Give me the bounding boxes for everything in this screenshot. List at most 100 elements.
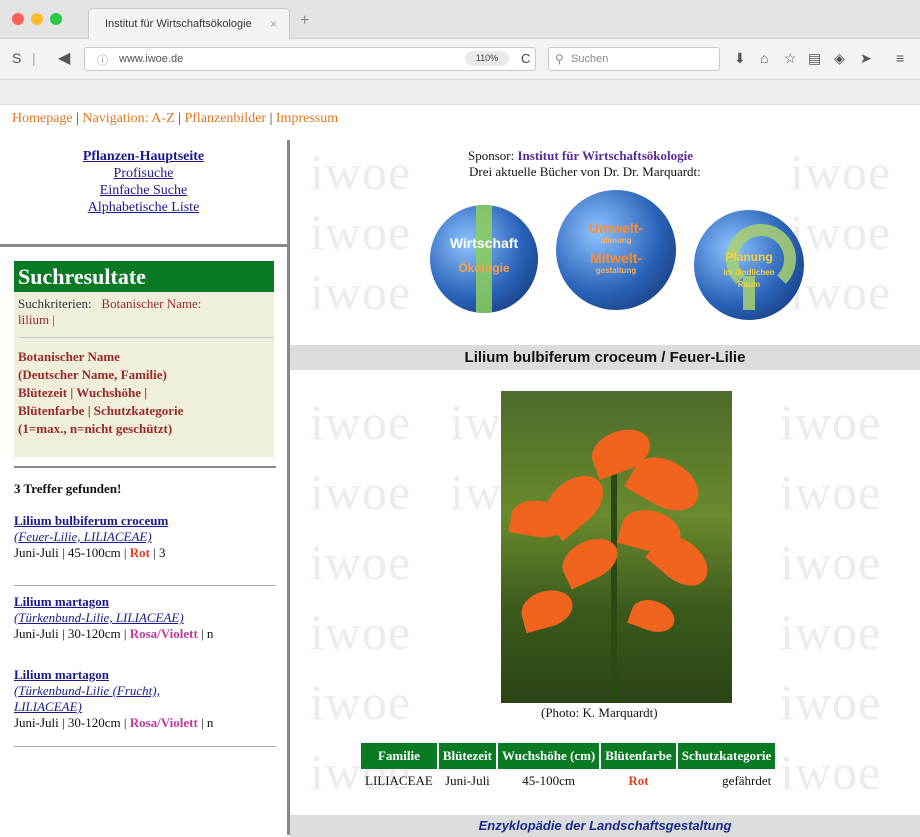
globe-text: Ökologie (458, 261, 510, 275)
table-cell: Rot (628, 773, 649, 788)
reload-icon[interactable]: C (521, 51, 530, 66)
hit-sub-link-2[interactable]: LILIACEAE) (14, 699, 276, 715)
criteria-value-2: lilium | (18, 312, 55, 327)
watermark-text: iwoe (310, 674, 412, 730)
criteria-value: Botanischer Name: (101, 296, 202, 311)
sidebar-link-alphabetische-liste[interactable]: Alphabetische Liste (0, 199, 287, 216)
home-icon[interactable]: ⌂ (760, 50, 768, 66)
globe-text: Mitwelt- (589, 250, 643, 266)
watermark-text: iwoe (310, 534, 412, 590)
hit-sub-link[interactable]: (Türkenbund-Lilie, LILIACEAE) (14, 610, 276, 626)
photo-caption: (Photo: K. Marquardt) (541, 705, 658, 720)
plant-photo[interactable] (501, 391, 732, 703)
pocket-icon[interactable]: ◈ (834, 50, 845, 67)
sidebar-link-einfache-suche[interactable]: Einfache Suche (0, 182, 287, 199)
nav-link-impressum[interactable]: Impressum (276, 111, 338, 126)
hit-name-link[interactable]: Lilium martagon (14, 667, 276, 683)
bookmarks-bar (0, 80, 920, 105)
back-arrow-icon[interactable]: ◀ (58, 48, 70, 68)
footer-banner: Enzyklopädie der Landschaftsgestaltung (290, 815, 920, 837)
watermark-text: iwoe (310, 394, 412, 450)
legend-line: (1=max., n=nicht geschützt) (18, 421, 173, 436)
close-tab-icon[interactable]: × (270, 17, 277, 31)
search-placeholder: Suchen (571, 53, 609, 65)
globe-text: planung (600, 236, 632, 245)
legend-line: Blütezeit | Wuchshöhe | (18, 385, 148, 400)
hit-category: | n (197, 626, 214, 641)
table-header-row: Familie Blütezeit Wuchshöhe (cm) Blütenf… (361, 743, 776, 769)
hit-category: | 3 (149, 545, 166, 560)
list-item: Lilium bulbiferum croceum (Feuer-Lilie, … (14, 513, 276, 561)
table-cell: gefährdet (722, 773, 772, 788)
watermark-text: iwoe (310, 464, 412, 520)
watermark-text: iwoe (310, 144, 412, 200)
tab-title: Institut für Wirtschaftsökologie (105, 18, 252, 30)
hit-info: Juni-Juli | 30-120cm | (14, 626, 130, 641)
globe-text: gestaltung (595, 266, 637, 275)
hits-count: 3 Treffer gefunden! (14, 481, 122, 496)
hit-sub-link[interactable]: (Feuer-Lilie, LILIACEAE) (14, 529, 276, 545)
sidebar-links: Pflanzen-Hauptseite Profisuche Einfache … (0, 148, 287, 216)
hit-divider (14, 585, 276, 586)
table-cell: 45-100cm (522, 773, 575, 788)
reading-list-icon[interactable]: ▤ (808, 50, 821, 67)
legend-line: Botanischer Name (18, 349, 120, 364)
search-input[interactable]: ⚲ Suchen (548, 47, 720, 71)
hamburger-menu-icon[interactable]: ≡ (896, 50, 904, 66)
nav-link-navigation[interactable]: Navigation: A-Z (82, 111, 174, 126)
legend-line: (Deutscher Name, Familie) (18, 367, 167, 382)
globe-text: Wirtschaft (449, 235, 519, 251)
table-cell: LILIACEAE (365, 773, 433, 788)
sidebar-link-hauptseite[interactable]: Pflanzen-Hauptseite (0, 148, 287, 165)
nav-link-pflanzenbilder[interactable]: Pflanzenbilder (184, 111, 266, 126)
nav-separator: | (266, 111, 276, 126)
watermark-text: iwoe (780, 674, 882, 730)
watermark-text: iwoe (790, 264, 892, 320)
browser-tab[interactable]: Institut für Wirtschaftsökologie × (88, 8, 290, 39)
nav-bar: S | ◀ ⓘ www.iwoe.de 110% C ⚲ Suchen ⬇ ⌂ … (0, 39, 920, 80)
book-cover-umwelt[interactable]: Umwelt- planung Mitwelt- gestaltung (556, 190, 676, 310)
hit-color: Rosa/Violett (129, 715, 198, 730)
minimize-window-button[interactable] (31, 13, 43, 25)
hit-name-link[interactable]: Lilium martagon (14, 594, 276, 610)
table-row: LILIACEAE Juni-Juli 45-100cm Rot gefährd… (361, 771, 775, 791)
table-cell: Juni-Juli (445, 773, 490, 788)
watermark-text: iwoe (780, 604, 882, 660)
plant-info-table: Familie Blütezeit Wuchshöhe (cm) Blütenf… (359, 741, 777, 793)
sponsor-link[interactable]: Institut für Wirtschaftsökologie (517, 148, 693, 163)
watermark-text: iwoe (780, 744, 882, 800)
bookmark-star-icon[interactable]: ☆ (784, 50, 797, 67)
lily-petal (517, 584, 577, 634)
hit-info: Juni-Juli | 45-100cm | (14, 545, 130, 560)
info-icon[interactable]: ⓘ (97, 52, 108, 68)
globe-text: im ländlichen (723, 268, 775, 277)
url-bar[interactable]: ⓘ www.iwoe.de 110% C (84, 47, 536, 71)
criteria-divider (18, 337, 274, 338)
watermark-text: iwoe (780, 394, 882, 450)
hit-name-link[interactable]: Lilium bulbiferum croceum (14, 513, 276, 529)
zoom-level[interactable]: 110% (465, 51, 509, 66)
nav-link-homepage[interactable]: Homepage (12, 111, 73, 126)
maximize-window-button[interactable] (50, 13, 62, 25)
sync-icon[interactable]: S (12, 50, 21, 66)
top-navigation: Homepage | Navigation: A-Z | Pflanzenbil… (12, 111, 338, 127)
globe-stripe (476, 205, 492, 313)
watermark-text: iwoe (310, 604, 412, 660)
send-icon[interactable]: ➤ (860, 50, 872, 67)
close-window-button[interactable] (12, 13, 24, 25)
watermark-text: iwoe (790, 144, 892, 200)
new-tab-button[interactable]: + (300, 12, 309, 30)
sidebar-divider (0, 244, 287, 247)
book-cover-planung[interactable]: Planung im ländlichen Raum (694, 210, 804, 320)
sidebar-link-profisuche[interactable]: Profisuche (0, 165, 287, 182)
list-item: Lilium martagon (Türkenbund-Lilie (Fruch… (14, 667, 276, 731)
nav-separator: | (72, 111, 83, 126)
url-text: www.iwoe.de (119, 53, 184, 65)
watermark-text: iwoe (780, 534, 882, 590)
book-cover-wirtschaft[interactable]: Wirtschaft Ökologie (430, 205, 538, 313)
hit-info: Juni-Juli | 30-120cm | (14, 715, 130, 730)
results-divider (14, 466, 276, 468)
hit-sub-link[interactable]: (Türkenbund-Lilie (Frucht), (14, 683, 276, 699)
table-header: Schutzkategorie (677, 743, 776, 769)
download-icon[interactable]: ⬇ (734, 50, 746, 67)
